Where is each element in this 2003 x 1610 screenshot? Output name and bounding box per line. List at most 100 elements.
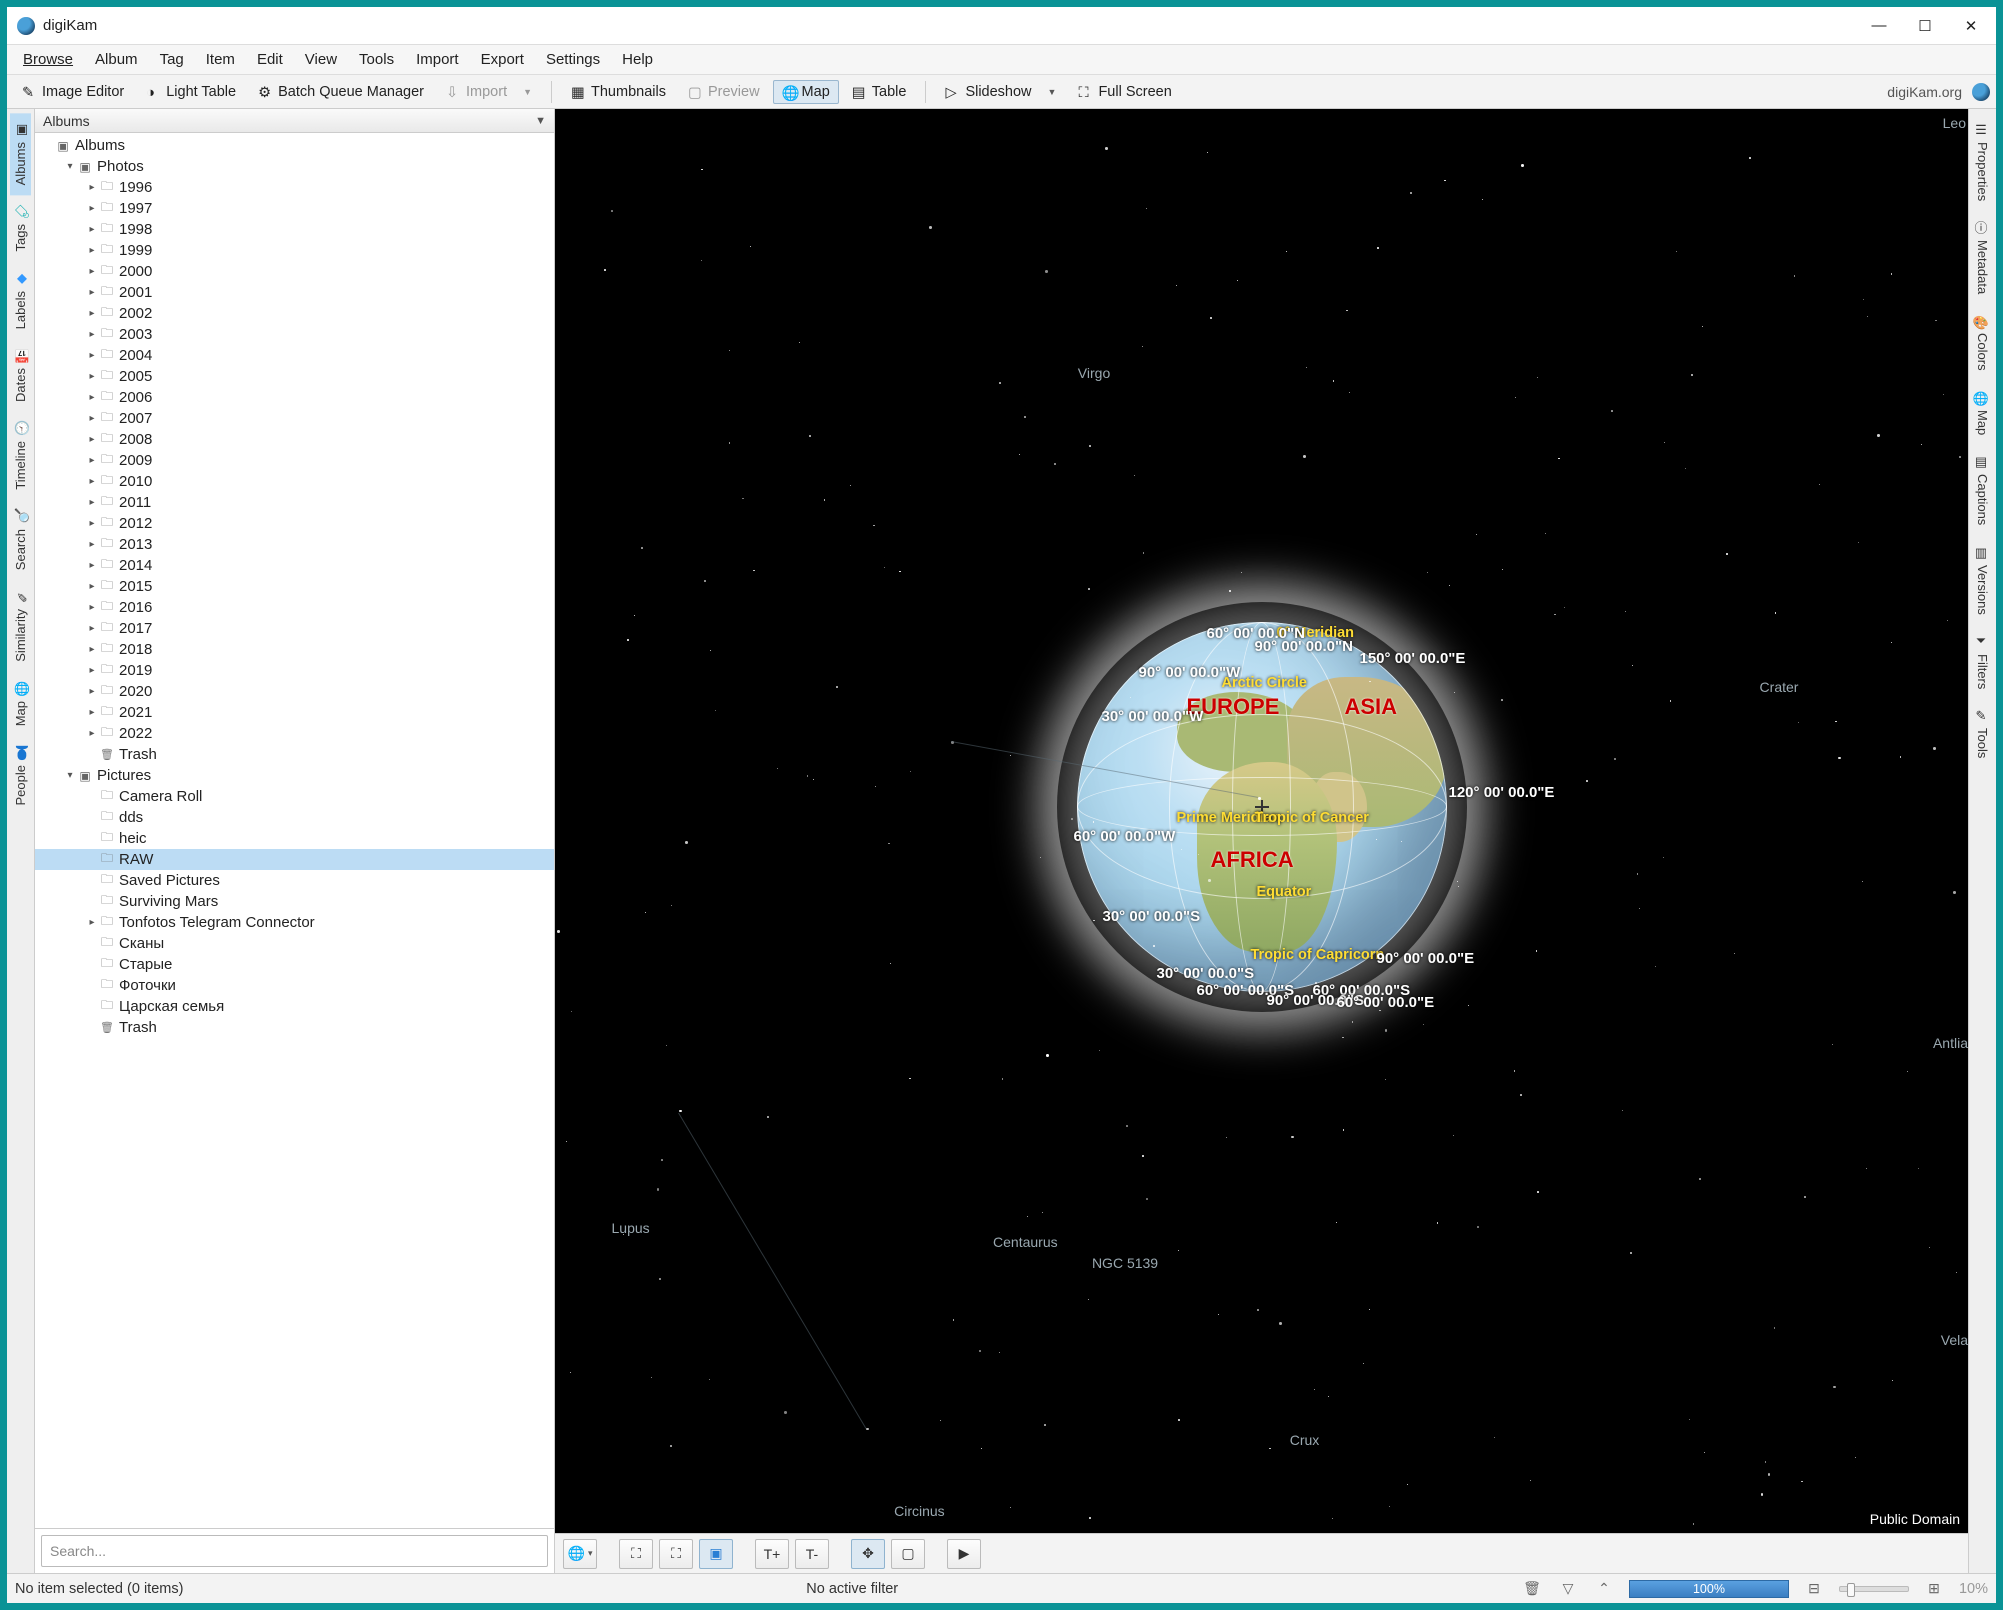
tree-row[interactable]: ▸1997 — [35, 198, 554, 219]
tree-row[interactable]: ▸2008 — [35, 429, 554, 450]
tree-row[interactable]: ▸2002 — [35, 303, 554, 324]
tree-row[interactable]: ▸2011 — [35, 492, 554, 513]
slideshow-button[interactable]: ▷Slideshow ▼ — [936, 80, 1065, 104]
expander-icon[interactable]: ▸ — [85, 245, 99, 256]
zoom-slider-main[interactable]: 100% — [1629, 1580, 1789, 1598]
expander-icon[interactable]: ▸ — [85, 266, 99, 277]
left-tab-tags[interactable]: Tags🏷 — [10, 195, 31, 261]
minimize-button[interactable]: — — [1856, 10, 1902, 42]
menu-import[interactable]: Import — [406, 48, 469, 71]
import-button[interactable]: ⇩Import ▼ — [437, 80, 541, 104]
table-button[interactable]: ▤Table — [843, 80, 916, 104]
menu-tools[interactable]: Tools — [349, 48, 404, 71]
tree-row[interactable]: ▸2014 — [35, 555, 554, 576]
zoom-out-icon[interactable]: ⊟ — [1803, 1579, 1825, 1599]
text-bigger-button[interactable]: T+ — [755, 1539, 789, 1569]
tree-row[interactable]: ▸2006 — [35, 387, 554, 408]
tree-row[interactable]: ▸2013 — [35, 534, 554, 555]
trash-icon[interactable]: 🗑 — [1521, 1579, 1543, 1599]
expander-icon[interactable]: ▸ — [85, 665, 99, 676]
menu-help[interactable]: Help — [612, 48, 663, 71]
expander-icon[interactable]: ▸ — [85, 518, 99, 529]
expander-icon[interactable]: ▸ — [85, 413, 99, 424]
tree-row[interactable]: ▸Tonfotos Telegram Connector — [35, 912, 554, 933]
funnel-icon[interactable]: ▽ — [1557, 1579, 1579, 1599]
expander-icon[interactable]: ▸ — [85, 182, 99, 193]
expander-icon[interactable]: ▸ — [85, 728, 99, 739]
chevron-up-icon[interactable]: ⌃ — [1593, 1579, 1615, 1599]
zoom-fit-button[interactable]: ⛶ — [619, 1539, 653, 1569]
expander-icon[interactable]: ▸ — [85, 224, 99, 235]
expander-icon[interactable]: ▾ — [63, 770, 77, 781]
left-tab-dates[interactable]: Dates📅 — [10, 339, 31, 412]
tree-row[interactable]: Surviving Mars — [35, 891, 554, 912]
image-editor-button[interactable]: ✎Image Editor — [13, 80, 133, 104]
expander-icon[interactable]: ▸ — [85, 392, 99, 403]
tree-row[interactable]: ▸2007 — [35, 408, 554, 429]
menu-tag[interactable]: Tag — [150, 48, 194, 71]
tree-row[interactable]: Царская семья — [35, 996, 554, 1017]
tree-row[interactable]: ▾Pictures — [35, 765, 554, 786]
tree-row[interactable]: dds — [35, 807, 554, 828]
sidebar-header[interactable]: Albums ▼ — [35, 109, 554, 133]
tree-row[interactable]: RAW — [35, 849, 554, 870]
expander-icon[interactable]: ▸ — [85, 560, 99, 571]
tree-row[interactable]: ▸2020 — [35, 681, 554, 702]
expander-icon[interactable]: ▸ — [85, 329, 99, 340]
tree-row[interactable]: Trash — [35, 744, 554, 765]
expander-icon[interactable]: ▸ — [85, 455, 99, 466]
right-tab-filters[interactable]: ⏷Filters — [1972, 625, 1993, 699]
tree-row[interactable]: ▸2016 — [35, 597, 554, 618]
expander-icon[interactable]: ▸ — [85, 539, 99, 550]
globe[interactable]: EUROPE ASIA AFRICA 0° Meridian Arctic Ci… — [1077, 622, 1447, 992]
left-tab-map[interactable]: Map🌐 — [10, 672, 31, 736]
tree-row[interactable]: Старые — [35, 954, 554, 975]
tree-row[interactable]: ▸2022 — [35, 723, 554, 744]
brand-link[interactable]: digiKam.org — [1887, 84, 1962, 100]
tree-row[interactable]: ▸2012 — [35, 513, 554, 534]
tree-row[interactable]: Фоточки — [35, 975, 554, 996]
tree-row[interactable]: Albums — [35, 135, 554, 156]
tree-row[interactable]: ▾Photos — [35, 156, 554, 177]
zoom-in-icon[interactable]: ⊞ — [1923, 1579, 1945, 1599]
select-mode-button[interactable]: ▢ — [891, 1539, 925, 1569]
left-tab-albums[interactable]: Albums▣ — [10, 113, 31, 195]
show-images-button[interactable]: ▣ — [699, 1539, 733, 1569]
maximize-button[interactable]: ☐ — [1902, 10, 1948, 42]
tree-row[interactable]: ▸2000 — [35, 261, 554, 282]
menu-browse[interactable]: Browse — [13, 48, 83, 71]
albums-tree[interactable]: Albums▾Photos▸1996▸1997▸1998▸1999▸2000▸2… — [35, 133, 554, 1529]
menu-settings[interactable]: Settings — [536, 48, 610, 71]
expander-icon[interactable]: ▸ — [85, 623, 99, 634]
thumb-size-slider[interactable] — [1839, 1586, 1909, 1592]
sidebar-search-input[interactable]: Search... — [41, 1535, 548, 1567]
menu-album[interactable]: Album — [85, 48, 148, 71]
menu-edit[interactable]: Edit — [247, 48, 293, 71]
tree-row[interactable]: ▸2009 — [35, 450, 554, 471]
expander-icon[interactable]: ▸ — [85, 308, 99, 319]
expander-icon[interactable]: ▾ — [63, 161, 77, 172]
expander-icon[interactable]: ▸ — [85, 350, 99, 361]
expander-icon[interactable]: ▸ — [85, 434, 99, 445]
menu-item[interactable]: Item — [196, 48, 245, 71]
sky-area[interactable]: Leo Virgo Crater Antlia Lupus Centaurus … — [555, 109, 1968, 1533]
tree-row[interactable]: ▸1998 — [35, 219, 554, 240]
text-smaller-button[interactable]: T- — [795, 1539, 829, 1569]
right-tab-captions[interactable]: ▤Captions — [1972, 445, 1993, 535]
expander-icon[interactable]: ▸ — [85, 707, 99, 718]
tree-row[interactable]: Сканы — [35, 933, 554, 954]
left-tab-timeline[interactable]: Timeline🕓 — [10, 412, 31, 500]
batch-queue-button[interactable]: ⚙Batch Queue Manager — [249, 80, 433, 104]
close-button[interactable]: ✕ — [1948, 10, 1994, 42]
left-tab-search[interactable]: Search🔍 — [10, 500, 31, 580]
full-screen-button[interactable]: ⛶Full Screen — [1069, 80, 1180, 104]
tree-row[interactable]: ▸1996 — [35, 177, 554, 198]
map-button[interactable]: 🌐Map — [773, 80, 839, 104]
right-tab-map[interactable]: 🌐Map — [1972, 381, 1993, 445]
expander-icon[interactable]: ▸ — [85, 581, 99, 592]
expander-icon[interactable]: ▸ — [85, 602, 99, 613]
expander-icon[interactable]: ▸ — [85, 644, 99, 655]
tree-row[interactable]: Camera Roll — [35, 786, 554, 807]
light-table-button[interactable]: ◑Light Table — [137, 80, 245, 104]
right-tab-colors[interactable]: 🎨Colors — [1972, 304, 1993, 381]
